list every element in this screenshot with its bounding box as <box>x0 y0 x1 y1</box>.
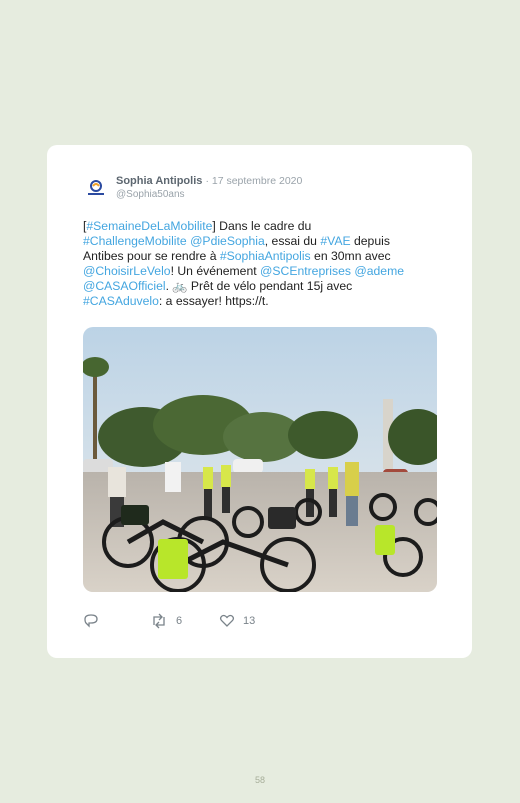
hashtag-link[interactable]: #ChallengeMobilite <box>83 234 187 248</box>
reply-icon[interactable] <box>83 613 99 629</box>
tweet-text-segment: : a essayer! https://t. <box>158 294 269 308</box>
page-number: 58 <box>254 775 265 785</box>
tweet-text-segment: Antibes pour se rendre à <box>83 249 220 263</box>
retweet-icon[interactable] <box>150 613 168 629</box>
hashtag-link[interactable]: @PdieSophia <box>190 234 265 248</box>
hashtag-link[interactable]: @SCEntreprises <box>260 264 351 278</box>
tweet-text-line: Antibes pour se rendre à #SophiaAntipoli… <box>83 249 443 264</box>
hashtag-link[interactable]: @CASAOfficiel <box>83 279 166 293</box>
tweet-text-line: @ChoisirLeVelo! Un événement @SCEntrepri… <box>83 264 443 279</box>
hashtag-link[interactable]: @ademe <box>354 264 404 278</box>
tweet-text-segment: , essai du <box>264 234 321 248</box>
like-action[interactable]: 13 <box>219 613 255 629</box>
retweet-action[interactable]: 6 <box>150 613 182 629</box>
hashtag-link[interactable]: #SemaineDeLaMobilite <box>86 219 212 233</box>
tweet-text-segment: depuis <box>350 234 390 248</box>
reply-action[interactable] <box>83 613 107 629</box>
tweet-text-segment: ! Un événement <box>170 264 261 278</box>
tweet-text-line: #ChallengeMobilite @PdieSophia, essai du… <box>83 234 443 249</box>
retweet-count: 6 <box>176 615 183 627</box>
author-handle[interactable]: @Sophia50ans <box>116 189 185 200</box>
tweet-text-segment: . 🚲 Prêt de vélo pendant 15j avec <box>165 279 353 293</box>
tweet-text-segment: en 30mn avec <box>310 249 391 263</box>
hashtag-link[interactable]: #VAE <box>320 234 350 248</box>
author-name[interactable]: Sophia Antipolis · 17 septembre 2020 <box>116 175 302 187</box>
tweet-card: Sophia Antipolis · 17 septembre 2020 @So… <box>47 145 472 658</box>
tweet-text-line: #CASAduvelo: a essayer! https://t. <box>83 294 443 309</box>
tweet-text-line: @CASAOfficiel. 🚲 Prêt de vélo pendant 15… <box>83 279 443 294</box>
tweet-photo[interactable] <box>83 327 437 592</box>
heart-icon[interactable] <box>219 613 235 629</box>
tweet-text-segment: ] Dans le cadre du <box>212 219 312 233</box>
group-cycling-photo <box>83 327 437 592</box>
tweet-text-line: [#SemaineDeLaMobilite] Dans le cadre du <box>83 219 443 234</box>
avatar[interactable] <box>84 176 108 200</box>
hashtag-link[interactable]: @ChoisirLeVelo <box>83 264 171 278</box>
tweet-actions: 6 13 <box>83 613 383 629</box>
tweet-date: · 17 septembre 2020 <box>205 175 303 187</box>
hashtag-link[interactable]: #SophiaAntipolis <box>220 249 311 263</box>
author-name-text[interactable]: Sophia Antipolis <box>116 175 202 187</box>
like-count: 13 <box>243 615 256 627</box>
tweet-text: [#SemaineDeLaMobilite] Dans le cadre du #… <box>83 219 443 309</box>
hashtag-link[interactable]: #CASAduvelo <box>83 294 159 308</box>
